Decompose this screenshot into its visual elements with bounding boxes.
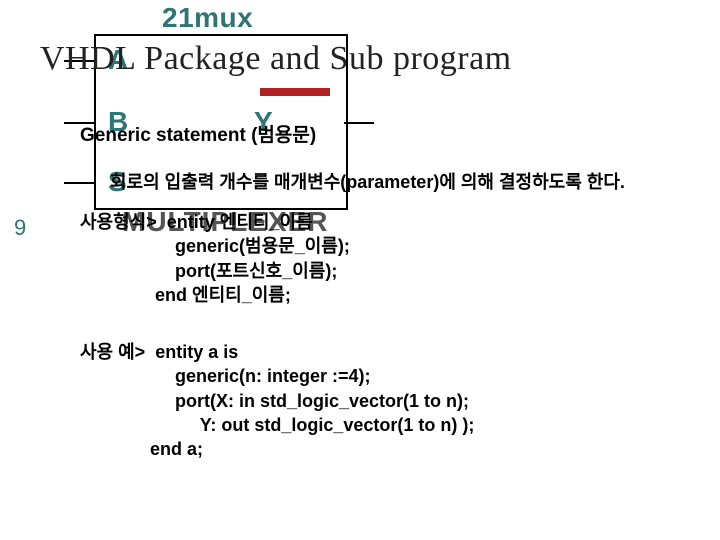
usage-format-block: 사용형식> entity 엔티티_이름 generic(범용문_이름); por… xyxy=(80,210,350,307)
section-heading: Generic statement (범용문) xyxy=(80,120,316,147)
title-underline xyxy=(260,88,330,96)
schematic-lead-s xyxy=(64,182,94,184)
schematic-title: 21mux xyxy=(162,2,253,34)
page-title: VHDL Package and Sub program xyxy=(40,40,512,78)
schematic-side-number: 9 xyxy=(14,215,26,241)
description-text: 회로의 입출력 개수를 매개변수(parameter)에 의해 결정하도록 한다… xyxy=(110,168,625,194)
example-block: 사용 예> entity a is generic(n: integer :=4… xyxy=(80,340,474,461)
slide: 21mux A B S Y 9 MULTIPLEXER VHDL Package… xyxy=(0,0,720,540)
schematic-lead-y xyxy=(344,122,374,124)
